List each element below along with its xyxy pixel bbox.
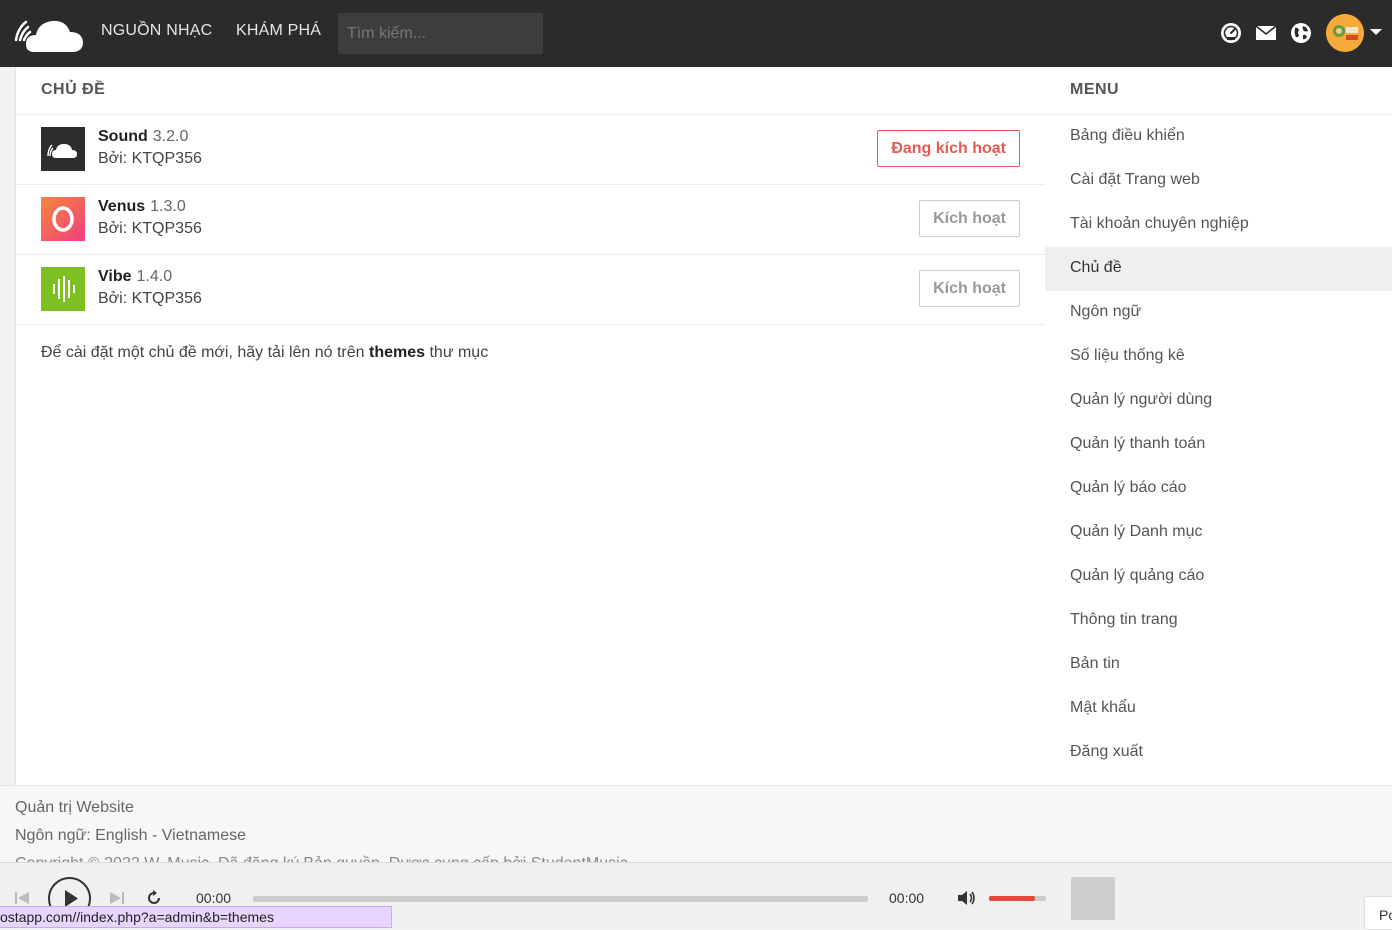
next-track-icon[interactable] (109, 890, 125, 906)
sidebar-item-themes[interactable]: Chủ đề (1045, 247, 1392, 291)
theme-name: Vibe 1.4.0 (98, 268, 173, 285)
avatar-image-icon (1326, 14, 1364, 52)
theme-name: Venus 1.3.0 (98, 198, 186, 215)
admin-sidebar-menu: MENU Bảng điều khiển Cài đặt Trang web T… (1045, 67, 1392, 785)
volume-slider[interactable] (989, 896, 1046, 901)
sidebar-item-logout[interactable]: Đăng xuất (1045, 731, 1392, 775)
globe-icon[interactable] (1290, 22, 1312, 44)
sidebar-item-pro-accounts[interactable]: Tài khoản chuyên nghiệp (1045, 203, 1392, 247)
themes-panel: CHỦ ĐỀ Sound 3.2.0 Bởi: KTQP356 Đang kích… (15, 67, 1046, 785)
chevron-down-icon[interactable] (1370, 29, 1382, 35)
sidebar-item-newsletter[interactable]: Bản tin (1045, 643, 1392, 687)
theme-row-sound: Sound 3.2.0 Bởi: KTQP356 Đang kích hoạt (16, 115, 1045, 185)
sidebar-list: Bảng điều khiển Cài đặt Trang web Tài kh… (1045, 115, 1392, 775)
sidebar-item-password[interactable]: Mật khẩu (1045, 687, 1392, 731)
sidebar-item-categories[interactable]: Quản lý Danh mục (1045, 511, 1392, 555)
sidebar-item-users[interactable]: Quản lý người dùng (1045, 379, 1392, 423)
sound-logo-icon[interactable] (14, 10, 86, 54)
mail-icon[interactable] (1255, 22, 1277, 44)
activate-vibe-button[interactable]: Kích hoạt (919, 270, 1020, 307)
sidebar-item-site-settings[interactable]: Cài đặt Trang web (1045, 159, 1392, 203)
footer-admin-link[interactable]: Quản trị Website (15, 799, 134, 817)
page-title: CHỦ ĐỀ (16, 67, 1045, 115)
corner-popup-button[interactable]: Po (1364, 896, 1392, 930)
sidebar-item-dashboard[interactable]: Bảng điều khiển (1045, 115, 1392, 159)
user-avatar[interactable] (1326, 14, 1364, 52)
vibe-theme-thumbnail-icon (41, 267, 85, 311)
page-footer: Quản trị Website Ngôn ngữ: English - Vie… (0, 785, 1392, 863)
repeat-icon[interactable] (145, 889, 163, 907)
previous-track-icon[interactable] (14, 890, 30, 906)
theme-author: Bởi: KTQP356 (98, 290, 202, 307)
current-time: 00:00 (196, 890, 232, 906)
active-theme-button[interactable]: Đang kích hoạt (877, 130, 1020, 167)
sidebar-title: MENU (1045, 67, 1392, 115)
status-url-tooltip: ostapp.com//index.php?a=admin&b=themes (0, 906, 392, 928)
top-navbar: NGUỒN NHẠC KHÁM PHÁ (0, 0, 1392, 67)
volume-icon[interactable] (957, 889, 977, 907)
theme-author: Bởi: KTQP356 (98, 220, 202, 237)
volume-level (989, 896, 1035, 901)
theme-version: 3.2.0 (152, 128, 189, 145)
themes-folder-name: themes (369, 344, 426, 361)
sidebar-item-languages[interactable]: Ngôn ngữ (1045, 291, 1392, 335)
dashboard-gauge-icon[interactable] (1220, 22, 1242, 44)
theme-row-vibe: Vibe 1.4.0 Bởi: KTQP356 Kích hoạt (16, 255, 1045, 325)
seek-bar[interactable] (253, 896, 868, 902)
sidebar-item-statistics[interactable]: Số liệu thống kê (1045, 335, 1392, 379)
install-instructions: Để cài đặt một chủ đề mới, hãy tải lên n… (41, 344, 489, 361)
theme-row-venus: Venus 1.3.0 Bởi: KTQP356 Kích hoạt (16, 185, 1045, 255)
footer-language-selector[interactable]: Ngôn ngữ: English - Vietnamese (15, 827, 246, 845)
total-time: 00:00 (889, 890, 925, 906)
activate-venus-button[interactable]: Kích hoạt (919, 200, 1020, 237)
track-cover[interactable] (1071, 877, 1115, 920)
sidebar-item-payments[interactable]: Quản lý thanh toán (1045, 423, 1392, 467)
theme-version: 1.3.0 (150, 198, 186, 215)
sidebar-item-info-pages[interactable]: Thông tin trang (1045, 599, 1392, 643)
search-input[interactable] (338, 13, 543, 54)
sound-theme-thumbnail-icon (41, 127, 85, 171)
theme-author: Bởi: KTQP356 (98, 150, 202, 167)
venus-theme-thumbnail-icon (41, 197, 85, 241)
theme-version: 1.4.0 (136, 268, 173, 285)
sidebar-item-ads[interactable]: Quản lý quảng cáo (1045, 555, 1392, 599)
sidebar-item-reports[interactable]: Quản lý báo cáo (1045, 467, 1392, 511)
theme-name: Sound 3.2.0 (98, 128, 189, 145)
nav-sources[interactable]: NGUỒN NHẠC (101, 22, 212, 40)
nav-explore[interactable]: KHÁM PHÁ (236, 22, 321, 40)
